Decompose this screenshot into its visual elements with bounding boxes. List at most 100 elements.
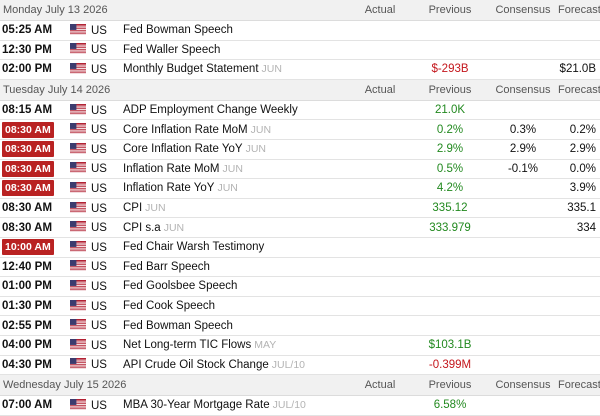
event-row[interactable]: 05:25 AM US Fed Bowman Speech <box>0 20 600 41</box>
event-name[interactable]: Inflation Rate YoY <box>123 182 214 194</box>
event-name[interactable]: MBA 30-Year Mortgage Rate <box>123 399 270 411</box>
consensus-column-header[interactable]: Consensus <box>488 374 558 397</box>
consensus-value: -0.1% <box>488 159 558 180</box>
event-reference-period: JUN <box>245 143 266 156</box>
event-name[interactable]: Monthly Budget Statement <box>123 63 259 75</box>
event-name[interactable]: API Crude Oil Stock Change <box>123 359 269 371</box>
event-row[interactable]: 02:55 PM US Fed Bowman Speech <box>0 315 600 336</box>
country-cell: US <box>70 315 120 336</box>
event-name[interactable]: ADP Employment Change Weekly <box>123 104 298 116</box>
country-code: US <box>91 359 107 372</box>
event-name[interactable]: Fed Cook Speech <box>123 300 215 312</box>
event-name-cell[interactable]: Core Inflation Rate YoY JUN <box>120 139 348 160</box>
country-code: US <box>91 124 107 137</box>
event-name-cell[interactable]: Fed Chair Warsh Testimony <box>120 237 348 258</box>
us-flag-icon <box>70 240 86 252</box>
event-name[interactable]: Fed Bowman Speech <box>123 24 233 36</box>
event-row[interactable]: 08:30 AM US Core Inflation Rate YoY JUN 2… <box>0 139 600 160</box>
event-time: 04:30 PM <box>0 355 70 376</box>
previous-value: -0.399M <box>412 355 488 376</box>
us-flag-icon <box>70 43 86 55</box>
event-row[interactable]: 12:30 PM US Fed Waller Speech <box>0 40 600 61</box>
forecast-column-header[interactable]: Forecast <box>558 79 600 101</box>
event-name[interactable]: Fed Goolsbee Speech <box>123 280 237 292</box>
event-name[interactable]: Core Inflation Rate MoM <box>123 124 248 136</box>
event-reference-period: MAY <box>254 339 277 352</box>
us-flag-icon <box>70 142 86 154</box>
country-cell: US <box>70 217 120 238</box>
actual-column-header[interactable]: Actual <box>348 79 412 101</box>
country-code: US <box>91 339 107 352</box>
us-flag-icon <box>70 123 86 135</box>
country-code: US <box>91 241 107 254</box>
event-time: 12:30 PM <box>0 40 70 61</box>
forecast-value <box>558 100 600 121</box>
consensus-column-header[interactable]: Consensus <box>488 0 558 21</box>
event-row[interactable]: 12:40 PM US Fed Barr Speech <box>0 257 600 278</box>
actual-value <box>348 40 412 61</box>
event-name[interactable]: Inflation Rate MoM <box>123 163 220 175</box>
forecast-column-header[interactable]: Forecast <box>558 0 600 21</box>
previous-column-header[interactable]: Previous <box>412 0 488 21</box>
event-name-cell[interactable]: ADP Employment Change Weekly <box>120 100 348 121</box>
event-name[interactable]: Core Inflation Rate YoY <box>123 143 243 155</box>
event-name[interactable]: Fed Barr Speech <box>123 261 210 273</box>
event-row[interactable]: 08:30 AM US CPI s.a JUN 333.979 334 <box>0 217 600 238</box>
consensus-value <box>488 20 558 41</box>
country-cell: US <box>70 20 120 41</box>
day-label: Tuesday July 14 2026 <box>0 79 348 101</box>
event-name-cell[interactable]: API Crude Oil Stock Change JUL/10 <box>120 355 348 376</box>
event-name[interactable]: CPI <box>123 202 142 214</box>
event-row[interactable]: 08:30 AM US Inflation Rate MoM JUN 0.5% -… <box>0 159 600 180</box>
previous-value: 333.979 <box>412 217 488 238</box>
previous-value <box>412 296 488 317</box>
event-name[interactable]: Net Long-term TIC Flows <box>123 339 251 351</box>
event-name-cell[interactable]: Core Inflation Rate MoM JUN <box>120 119 348 140</box>
event-name-cell[interactable]: Inflation Rate MoM JUN <box>120 159 348 180</box>
event-reference-period: JUN <box>261 63 282 76</box>
forecast-value <box>558 257 600 278</box>
event-name-cell[interactable]: Fed Cook Speech <box>120 296 348 317</box>
previous-column-header[interactable]: Previous <box>412 79 488 101</box>
actual-column-header[interactable]: Actual <box>348 0 412 21</box>
event-row[interactable]: 10:00 AM US Fed Chair Warsh Testimony <box>0 237 600 258</box>
event-name-cell[interactable]: Fed Barr Speech <box>120 257 348 278</box>
event-name[interactable]: Fed Chair Warsh Testimony <box>123 241 264 253</box>
event-name-cell[interactable]: Fed Waller Speech <box>120 40 348 61</box>
event-name[interactable]: Fed Bowman Speech <box>123 320 233 332</box>
event-row[interactable]: 02:00 PM US Monthly Budget Statement JUN … <box>0 59 600 80</box>
event-name[interactable]: CPI s.a <box>123 222 161 234</box>
event-time: 08:30 AM <box>0 198 70 219</box>
event-name-cell[interactable]: Fed Bowman Speech <box>120 20 348 41</box>
country-code: US <box>91 143 107 156</box>
forecast-column-header[interactable]: Forecast <box>558 374 600 397</box>
event-time: 01:30 PM <box>0 296 70 317</box>
country-code: US <box>91 24 107 37</box>
event-row[interactable]: 08:30 AM US CPI JUN 335.12 335.1 <box>0 198 600 219</box>
event-row[interactable]: 01:30 PM US Fed Cook Speech <box>0 296 600 317</box>
actual-value <box>348 296 412 317</box>
event-name-cell[interactable]: Inflation Rate YoY JUN <box>120 178 348 199</box>
event-row[interactable]: 08:30 AM US Inflation Rate YoY JUN 4.2% 3… <box>0 178 600 199</box>
previous-column-header[interactable]: Previous <box>412 374 488 397</box>
calendar-body: Monday July 13 2026 Actual Previous Cons… <box>0 0 600 416</box>
event-name-cell[interactable]: CPI JUN <box>120 198 348 219</box>
event-row[interactable]: 04:30 PM US API Crude Oil Stock Change JU… <box>0 355 600 376</box>
day-label: Monday July 13 2026 <box>0 0 348 21</box>
event-name-cell[interactable]: Fed Goolsbee Speech <box>120 276 348 297</box>
us-flag-icon <box>70 319 86 331</box>
consensus-column-header[interactable]: Consensus <box>488 79 558 101</box>
event-row[interactable]: 01:00 PM US Fed Goolsbee Speech <box>0 276 600 297</box>
event-name-cell[interactable]: Fed Bowman Speech <box>120 315 348 336</box>
actual-column-header[interactable]: Actual <box>348 374 412 397</box>
event-name-cell[interactable]: Monthly Budget Statement JUN <box>120 59 348 80</box>
country-cell: US <box>70 139 120 160</box>
event-row[interactable]: 08:15 AM US ADP Employment Change Weekly… <box>0 100 600 121</box>
us-flag-icon <box>70 338 86 350</box>
event-name-cell[interactable]: Net Long-term TIC Flows MAY <box>120 335 348 356</box>
event-name-cell[interactable]: CPI s.a JUN <box>120 217 348 238</box>
event-row[interactable]: 04:00 PM US Net Long-term TIC Flows MAY $… <box>0 335 600 356</box>
country-cell: US <box>70 296 120 317</box>
event-name[interactable]: Fed Waller Speech <box>123 44 220 56</box>
event-row[interactable]: 08:30 AM US Core Inflation Rate MoM JUN 0… <box>0 119 600 140</box>
